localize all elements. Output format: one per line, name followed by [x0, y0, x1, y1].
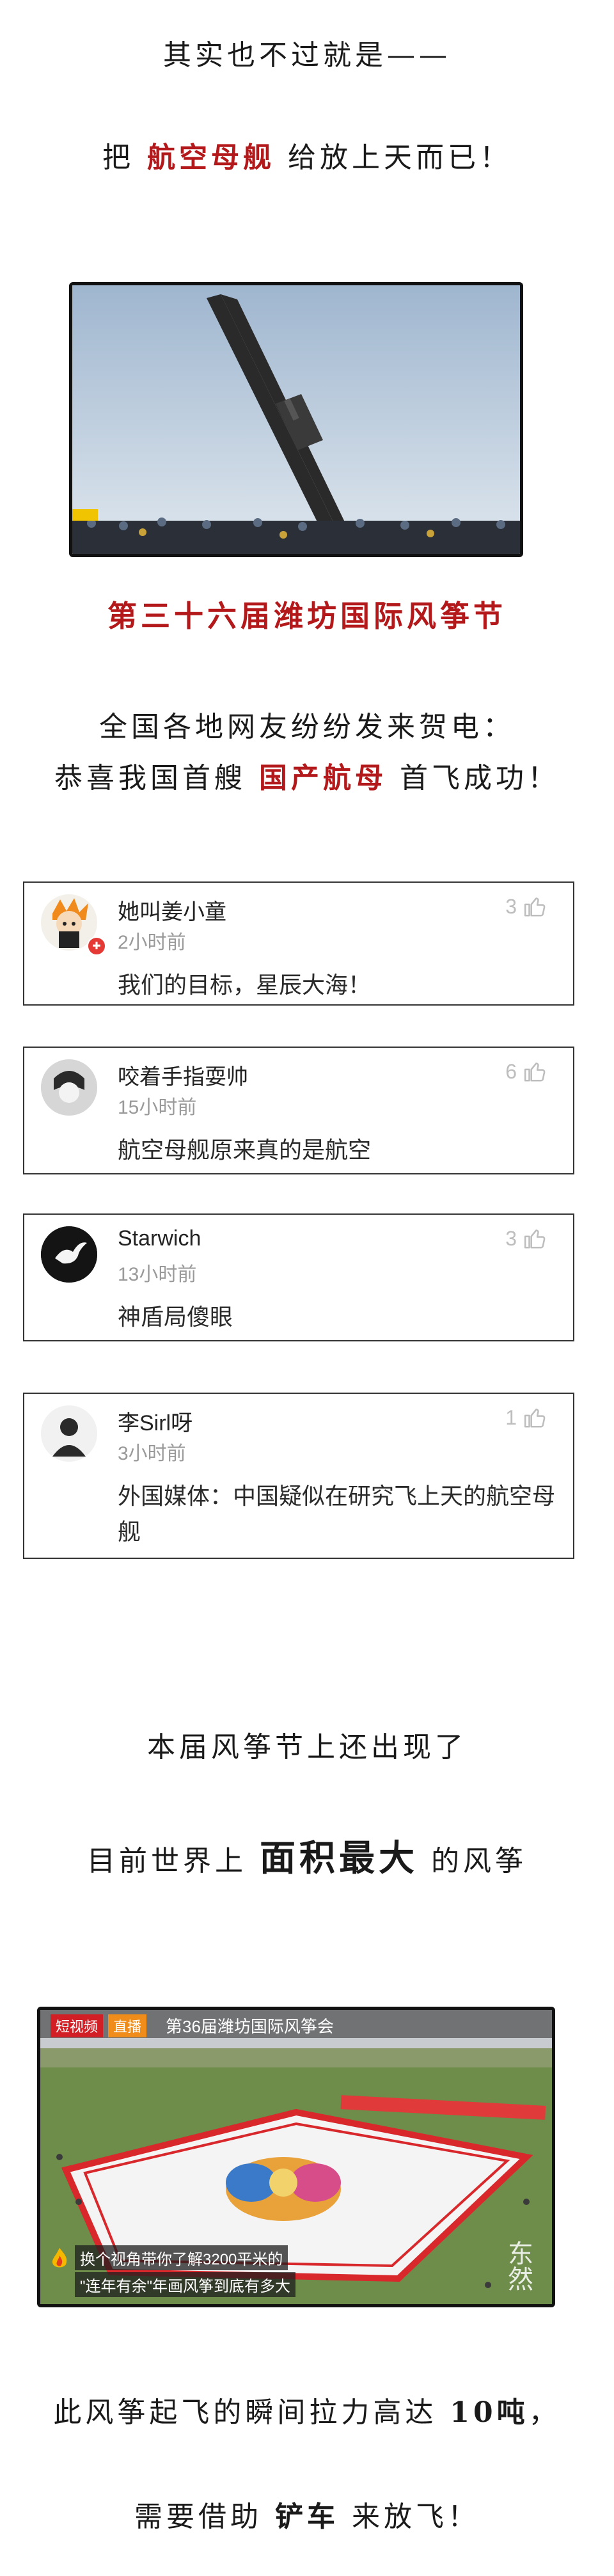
comment-time: 3小时前 — [118, 1443, 186, 1464]
flame-logo-icon — [48, 2247, 71, 2270]
avatar[interactable] — [41, 1059, 97, 1116]
ten-tons-text: 10吨 — [450, 2396, 529, 2429]
intro-aircraft-carrier-text: 航空母舰 — [147, 141, 275, 174]
giant-kite-video[interactable]: 短视频 直播 第36届潍坊国际风筝会 换个视角带你了解3200平米的 "连年有余… — [37, 2007, 555, 2307]
comment-card: ✚ 她叫姜小童 2小时前 3 我们的目标，星辰大海！ — [23, 881, 574, 1006]
like-count: 6 — [505, 1059, 517, 1083]
flame-icon — [52, 2248, 67, 2268]
verified-badge-icon: ✚ — [87, 936, 106, 956]
comment-username[interactable]: 她叫姜小童 — [118, 894, 226, 926]
comment-text: 神盾局傻眼 — [118, 1304, 233, 1330]
video-tag-live[interactable]: 直播 — [108, 2014, 147, 2037]
comment-username[interactable]: Starwich — [118, 1226, 201, 1251]
like-count: 3 — [505, 1226, 517, 1250]
section2-line-2-prefix: 目前世界上 — [87, 1845, 247, 1877]
like-button[interactable]: 6 — [505, 1059, 547, 1084]
video-watermark: 东然 — [503, 2240, 533, 2291]
video-tag-short[interactable]: 短视频 — [51, 2014, 104, 2037]
closing-line-2-prefix: 需要借助 — [134, 2501, 262, 2533]
carrier-kite-photo — [69, 282, 523, 557]
section2-line-2-suffix: 的风筝 — [431, 1845, 527, 1877]
comment-text: 我们的目标，星辰大海！ — [118, 972, 372, 998]
domestic-carrier-text: 国产航母 — [259, 762, 387, 794]
like-count: 3 — [505, 894, 517, 918]
like-button[interactable]: 3 — [505, 894, 547, 919]
comment-username[interactable]: 李Sirl呀 — [118, 1405, 193, 1437]
intro-line-2-suffix: 给放上天而已！ — [288, 141, 512, 174]
portrait-avatar-icon — [41, 1059, 97, 1116]
closing-line-1-prefix: 此风筝起飞的瞬间拉力高达 — [53, 2396, 437, 2429]
intro-line-2: 把 航空母舰 给放上天而已！ — [0, 134, 614, 175]
closing-line-2-suffix: 来放飞！ — [352, 2501, 480, 2533]
comment-text: 外国媒体：中国疑似在研究飞上天的航空母舰 — [118, 1483, 556, 1545]
like-button[interactable]: 3 — [505, 1226, 547, 1251]
event-title-text: 第三十六届潍坊国际风筝节 — [107, 599, 507, 633]
closing-line-2: 需要借助 铲车 来放飞！ — [0, 2493, 614, 2534]
like-count: 1 — [505, 1405, 517, 1429]
intro-line-1-text: 其实也不过就是—— — [163, 39, 451, 72]
silhouette-avatar-icon — [41, 1405, 97, 1462]
section2-line-1: 本届风筝节上还出现了 — [0, 1724, 614, 1765]
intro-line-2-prefix: 把 — [102, 141, 134, 174]
closing-line-1: 此风筝起飞的瞬间拉力高达 10吨， — [0, 2389, 614, 2430]
congrats-line-2: 恭喜我国首艘 国产航母 首飞成功！ — [0, 755, 614, 796]
largest-area-text: 面积最大 — [260, 1837, 418, 1879]
congrats-line-1-text: 全国各地网友纷纷发来贺电： — [99, 711, 515, 743]
comment-time: 15小时前 — [118, 1097, 197, 1118]
forklift-text: 铲车 — [275, 2501, 339, 2533]
thumbs-up-icon — [524, 1409, 546, 1428]
congrats-line-2-prefix: 恭喜我国首艘 — [54, 762, 246, 794]
avatar[interactable] — [41, 1405, 97, 1462]
event-title: 第三十六届潍坊国际风筝节 — [0, 593, 614, 635]
video-caption-line-1: 换个视角带你了解3200平米的 — [75, 2245, 288, 2270]
congrats-line-1: 全国各地网友纷纷发来贺电： — [0, 704, 614, 745]
thumbs-up-icon — [524, 897, 546, 917]
comment-card: 李Sirl呀 3小时前 1 外国媒体：中国疑似在研究飞上天的航空母舰 — [23, 1393, 574, 1559]
comment-time: 13小时前 — [118, 1264, 197, 1285]
intro-line-1: 其实也不过就是—— — [0, 32, 614, 73]
thumbs-up-icon — [524, 1063, 546, 1082]
congrats-line-2-suffix: 首飞成功！ — [400, 762, 560, 794]
closing-line-1-suffix: ， — [528, 2396, 561, 2429]
dove-avatar-icon — [41, 1226, 97, 1283]
comment-card: 咬着手指耍帅 15小时前 6 航空母舰原来真的是航空 — [23, 1047, 574, 1174]
thumbs-up-icon — [524, 1229, 546, 1249]
comment-card: Starwich 13小时前 3 神盾局傻眼 — [23, 1213, 574, 1341]
like-button[interactable]: 1 — [505, 1405, 547, 1430]
carrier-kite-illustration — [72, 285, 520, 554]
comment-text: 航空母舰原来真的是航空 — [118, 1137, 372, 1163]
comment-username[interactable]: 咬着手指耍帅 — [118, 1059, 248, 1091]
section2-line-1-text: 本届风筝节上还出现了 — [147, 1731, 467, 1764]
comment-time: 2小时前 — [118, 932, 186, 953]
avatar[interactable] — [41, 1226, 97, 1283]
section2-line-2: 目前世界上 面积最大 的风筝 — [0, 1829, 614, 1881]
video-channel-title: 第36届潍坊国际风筝会 — [166, 2017, 334, 2036]
video-caption-line-2: "连年有余"年画风筝到底有多大 — [75, 2272, 296, 2297]
